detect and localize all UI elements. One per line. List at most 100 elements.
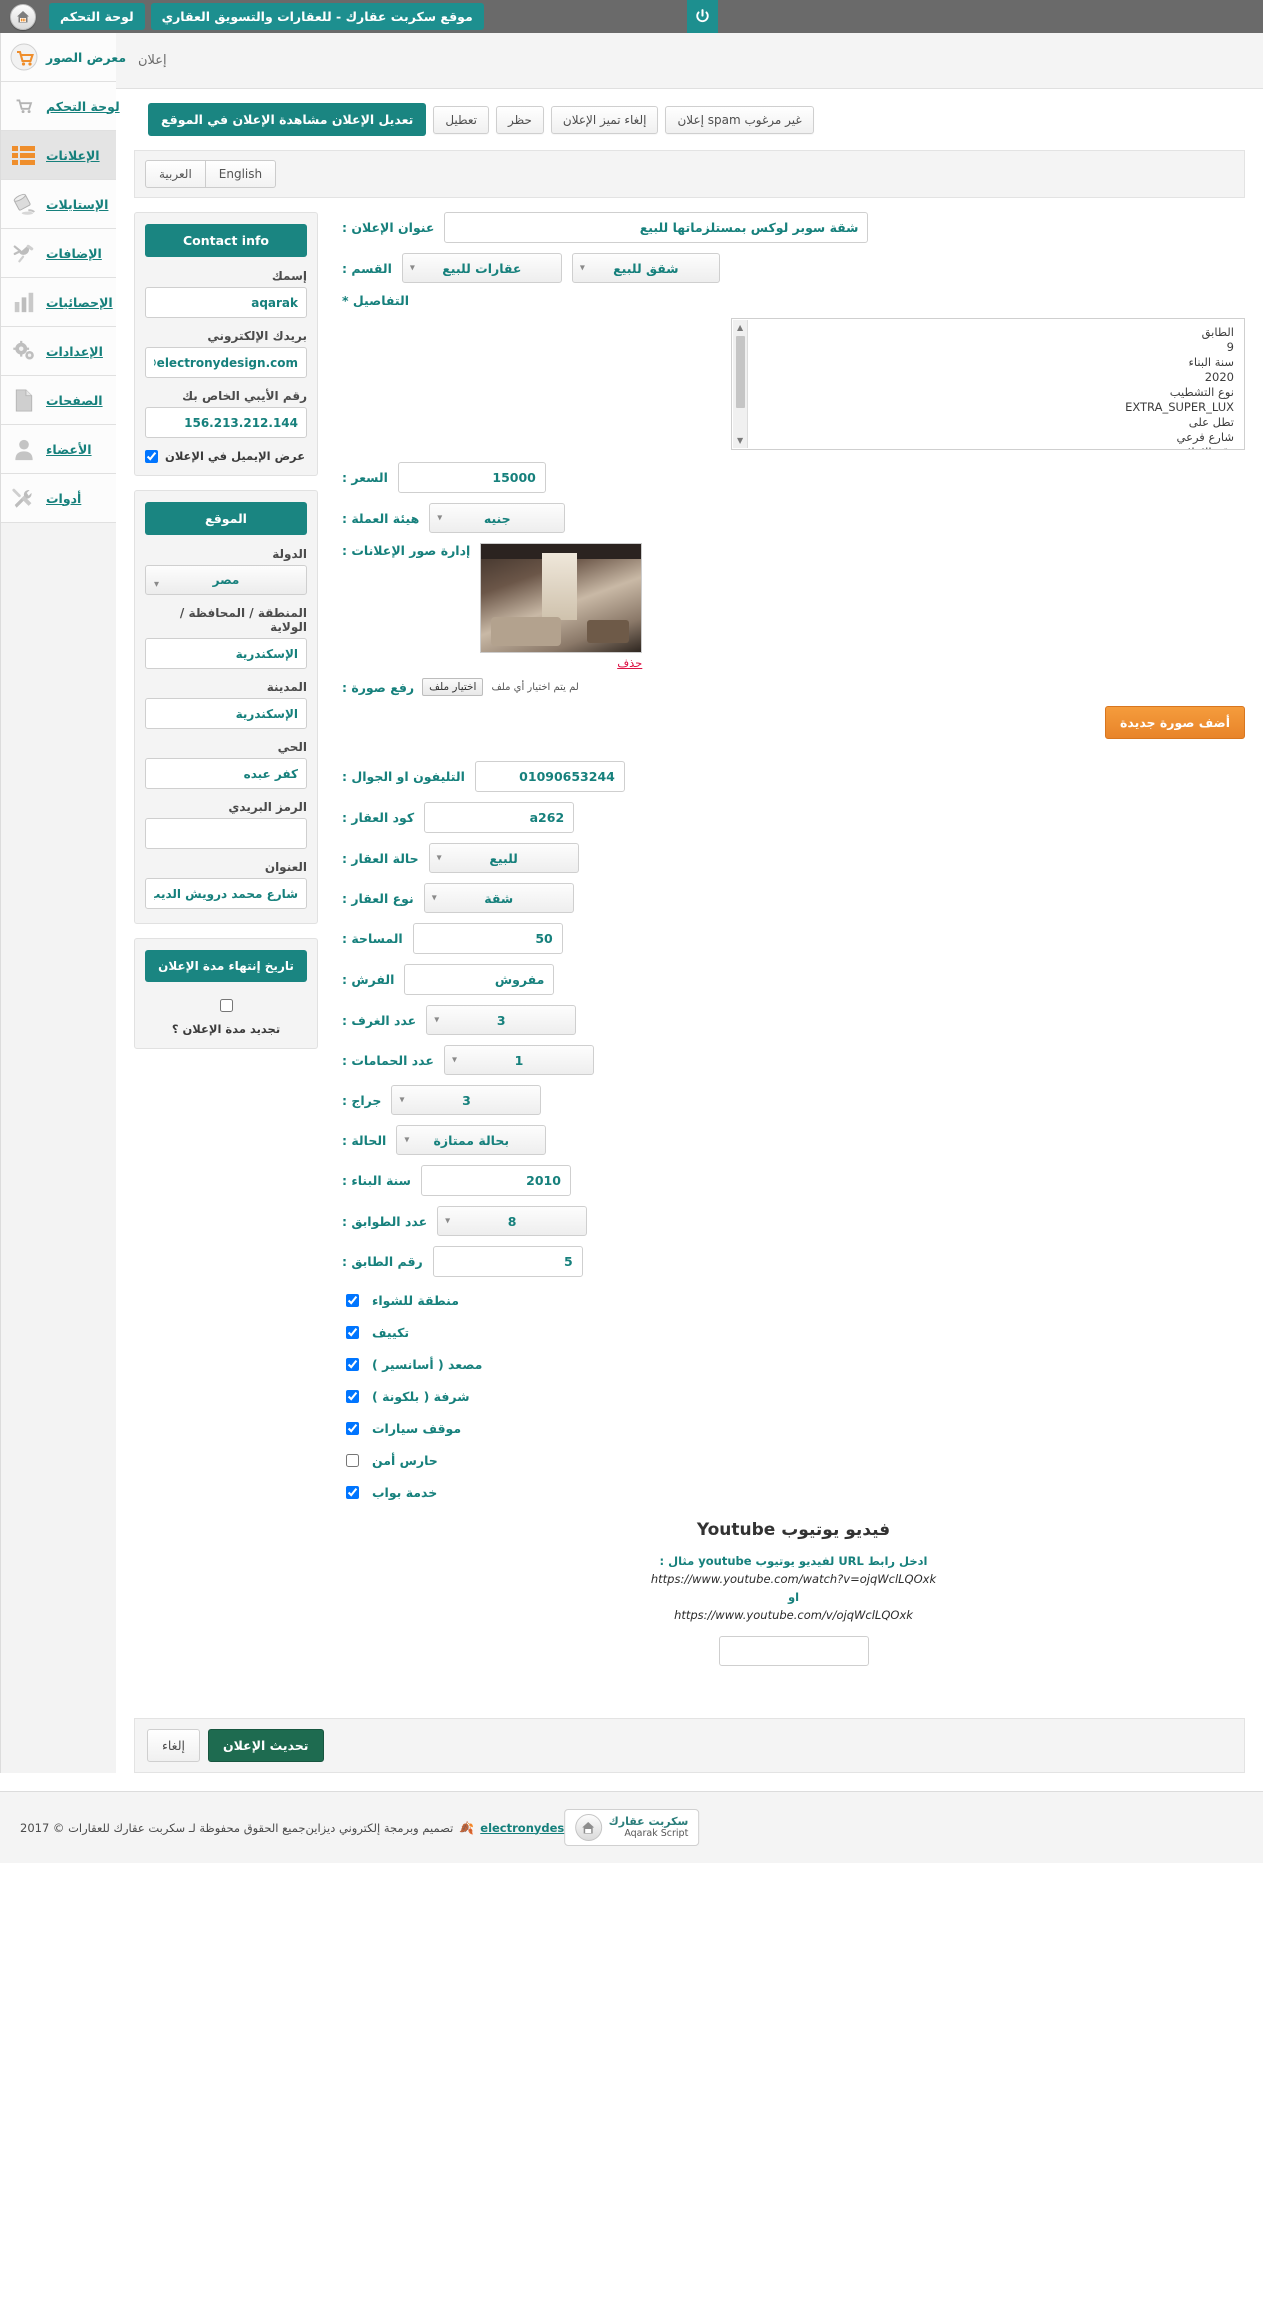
ad-title-input[interactable] bbox=[444, 212, 869, 243]
country-select-wrap: مصر bbox=[145, 565, 307, 595]
sidebar-item-gallery[interactable]: معرض الصور bbox=[1, 33, 126, 82]
renew-checkbox[interactable] bbox=[220, 999, 233, 1012]
phone-input[interactable] bbox=[474, 761, 625, 792]
disable-button[interactable]: تعطيل bbox=[433, 105, 490, 134]
sidebar-item-styles[interactable]: الإستايلات bbox=[1, 180, 116, 229]
sidebar-item-addons[interactable]: الإضافات bbox=[1, 229, 116, 278]
property-status-select[interactable]: للبيع bbox=[428, 843, 579, 873]
district-input[interactable] bbox=[145, 758, 307, 789]
sidebar-item-pages[interactable]: الصفحات bbox=[1, 376, 116, 425]
price-input[interactable] bbox=[397, 462, 546, 493]
property-status-wrap: للبيع bbox=[428, 843, 579, 873]
ad-photo-thumbnail[interactable] bbox=[480, 543, 643, 653]
home-logo[interactable] bbox=[6, 0, 39, 33]
details-label: التفاصيل * bbox=[342, 293, 409, 308]
block-button[interactable]: حظر bbox=[496, 105, 544, 134]
power-icon[interactable] bbox=[687, 0, 718, 33]
details-textarea[interactable]: ▲ ▼ الطابق 9 سنة البناء 2020 نوع التشطيب… bbox=[731, 318, 1245, 450]
delete-image-link[interactable]: حذف bbox=[480, 656, 642, 670]
feature-label-doorman: خدمة بواب bbox=[372, 1485, 438, 1500]
feature-checkbox-ac[interactable] bbox=[346, 1326, 359, 1339]
sidebar-label-gallery: معرض الصور bbox=[46, 49, 127, 65]
floor-number-input[interactable] bbox=[432, 1246, 583, 1277]
action-toolbar: تعديل الإعلان مشاهدة الإعلان في الموقع ت… bbox=[116, 89, 1263, 150]
build-year-input[interactable] bbox=[420, 1165, 571, 1196]
feature-checkbox-bbq[interactable] bbox=[346, 1294, 359, 1307]
zip-label: الرمز البريدي bbox=[228, 800, 307, 814]
footer: جميع الحقوق محفوظة لـ سكربت عقارك للعقار… bbox=[0, 1791, 1263, 1863]
site-title[interactable]: موقع سكربت عقارك - للعقارات والتسويق الع… bbox=[150, 2, 484, 31]
youtube-note-line2: https://www.youtube.com/watch?v=ojqWclLQ… bbox=[650, 1572, 937, 1586]
region-input[interactable] bbox=[145, 638, 307, 669]
bathrooms-select[interactable]: 1 bbox=[443, 1045, 594, 1075]
scroll-down-icon[interactable]: ▼ bbox=[737, 436, 743, 445]
feature-label-security: حارس أمن bbox=[372, 1453, 438, 1468]
rooms-select[interactable]: 3 bbox=[426, 1005, 577, 1035]
sidebar-item-settings[interactable]: الإعدادات bbox=[1, 327, 116, 376]
property-type-select[interactable]: شقة bbox=[423, 883, 574, 913]
feature-checkbox-security[interactable] bbox=[346, 1454, 359, 1467]
sidebar-item-stats[interactable]: الإحصائيات bbox=[1, 278, 116, 327]
ip-input[interactable] bbox=[145, 407, 307, 438]
prop-label-10: سنة البناء : bbox=[342, 1173, 411, 1188]
contact-info-heading: Contact info bbox=[145, 224, 307, 257]
condition-select[interactable]: بحالة ممتازة bbox=[396, 1125, 547, 1155]
currency-select[interactable]: جنيه bbox=[429, 503, 566, 533]
section-select-secondary[interactable]: شقق للبيع bbox=[571, 253, 720, 283]
show-email-row: عرض الإيميل في الإعلان bbox=[145, 449, 307, 463]
scroll-thumb[interactable] bbox=[736, 336, 745, 408]
dashboard-button[interactable]: لوحة التحكم bbox=[49, 2, 145, 31]
home-icon bbox=[9, 3, 36, 30]
youtube-url-input[interactable] bbox=[718, 1636, 869, 1666]
floors-count-select[interactable]: 8 bbox=[437, 1206, 588, 1236]
add-new-image-button[interactable]: أضف صورة جديدة bbox=[1105, 706, 1245, 739]
section-select-primary[interactable]: عقارات للبيع bbox=[401, 253, 562, 283]
area-input[interactable] bbox=[412, 923, 563, 954]
country-select[interactable]: مصر bbox=[145, 565, 307, 595]
update-ad-button[interactable]: تحديث الإعلان bbox=[208, 1729, 324, 1762]
feature-row-0: منطقة للشواء bbox=[342, 1291, 1245, 1310]
country-label: الدولة bbox=[272, 547, 307, 561]
user-icon bbox=[9, 434, 39, 464]
choose-file-button[interactable]: اختيار ملف bbox=[422, 678, 484, 696]
page-layout: إعلان تعديل الإعلان مشاهدة الإعلان في ال… bbox=[0, 33, 1263, 1773]
name-input[interactable] bbox=[145, 287, 307, 318]
prop-label-6: عدد الغرف : bbox=[342, 1012, 417, 1028]
photo-furniture bbox=[586, 619, 629, 644]
address-input[interactable] bbox=[145, 878, 307, 909]
form-panel: English العربية عنوان الإعلان : القسم : bbox=[116, 150, 1263, 1696]
zip-input[interactable] bbox=[145, 818, 307, 849]
sidebar-item-ads[interactable]: الإعلانات bbox=[1, 131, 116, 180]
mark-spam-button[interactable]: غير مرغوب spam إعلان bbox=[665, 105, 814, 134]
feature-checkbox-balcony[interactable] bbox=[346, 1390, 359, 1403]
email-input[interactable] bbox=[145, 347, 307, 378]
sidebar-item-members[interactable]: الأعضاء bbox=[1, 425, 116, 474]
youtube-heading: فيديو يوتيوب Youtube bbox=[696, 1520, 891, 1540]
garage-select[interactable]: 3 bbox=[391, 1085, 542, 1115]
tab-english[interactable]: English bbox=[205, 160, 277, 188]
city-input[interactable] bbox=[145, 698, 307, 729]
tools-icon bbox=[9, 483, 39, 513]
cancel-button[interactable]: إلغاء bbox=[147, 1729, 200, 1762]
edit-view-ad-button[interactable]: تعديل الإعلان مشاهدة الإعلان في الموقع bbox=[148, 103, 427, 136]
property-code-input[interactable] bbox=[424, 802, 575, 833]
scroll-up-icon[interactable]: ▲ bbox=[737, 323, 743, 332]
footer-logo-text: سكربت عقارك Aqarak Script bbox=[609, 1815, 689, 1840]
feature-checkbox-elevator[interactable] bbox=[346, 1358, 359, 1371]
paint-bucket-icon bbox=[9, 189, 39, 219]
prop-row-7: عدد الحمامات : 1 bbox=[342, 1045, 1245, 1075]
feature-checkbox-parking[interactable] bbox=[346, 1422, 359, 1435]
sidebar-item-tools[interactable]: أدوات bbox=[1, 474, 116, 523]
sidebar-label-dashboard: لوحة التحكم bbox=[46, 98, 120, 114]
show-email-checkbox[interactable] bbox=[145, 449, 158, 463]
sidebar-item-dashboard[interactable]: لوحة التحكم bbox=[1, 82, 120, 131]
tab-arabic[interactable]: العربية bbox=[145, 160, 206, 188]
details-scrollbar[interactable]: ▲ ▼ bbox=[733, 320, 748, 448]
prop-label-9: الحالة : bbox=[342, 1132, 387, 1148]
prop-label-12: رقم الطابق : bbox=[342, 1254, 423, 1269]
furnishing-input[interactable] bbox=[404, 964, 555, 995]
unfeature-ad-button[interactable]: إلغاء تميز الإعلان bbox=[550, 105, 659, 134]
leaf-icon: 🍂 bbox=[459, 1820, 475, 1835]
feature-checkbox-doorman[interactable] bbox=[346, 1486, 359, 1499]
expiry-date-button[interactable]: تاريخ إنتهاء مدة الإعلان bbox=[145, 950, 307, 982]
